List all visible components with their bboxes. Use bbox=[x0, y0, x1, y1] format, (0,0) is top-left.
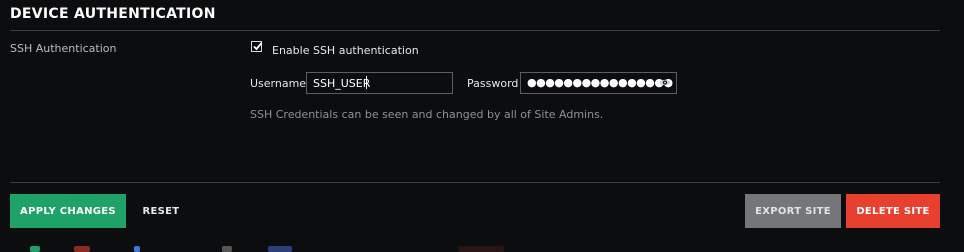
peek-icon-3 bbox=[134, 246, 140, 252]
username-label: Username bbox=[250, 77, 307, 90]
username-input[interactable] bbox=[306, 72, 453, 94]
reset-button[interactable]: RESET bbox=[136, 194, 186, 228]
delete-site-button[interactable]: DELETE SITE bbox=[846, 194, 940, 228]
header-divider bbox=[10, 30, 940, 31]
ssh-credentials-note: SSH Credentials can be seen and changed … bbox=[250, 108, 604, 121]
peek-icon-5 bbox=[268, 246, 292, 252]
apply-changes-button[interactable]: APPLY CHANGES bbox=[10, 194, 126, 228]
peek-icon-6 bbox=[458, 246, 504, 252]
peek-icon-4 bbox=[222, 246, 232, 252]
section-title: DEVICE AUTHENTICATION bbox=[10, 6, 216, 22]
enable-ssh-label[interactable]: Enable SSH authentication bbox=[272, 44, 419, 57]
checkmark-icon bbox=[253, 42, 263, 51]
eye-icon[interactable] bbox=[659, 78, 671, 87]
peek-icon-2 bbox=[74, 246, 90, 252]
peek-icon-1 bbox=[30, 246, 40, 252]
text-caret bbox=[366, 76, 367, 89]
password-label: Password bbox=[467, 77, 519, 90]
export-site-button[interactable]: EXPORT SITE bbox=[745, 194, 841, 228]
footer-divider bbox=[10, 182, 940, 183]
enable-ssh-checkbox[interactable] bbox=[251, 41, 263, 52]
ssh-authentication-label: SSH Authentication bbox=[10, 42, 117, 55]
password-masked-value: ●●●●●●●●●●●●●●●● bbox=[527, 76, 673, 89]
